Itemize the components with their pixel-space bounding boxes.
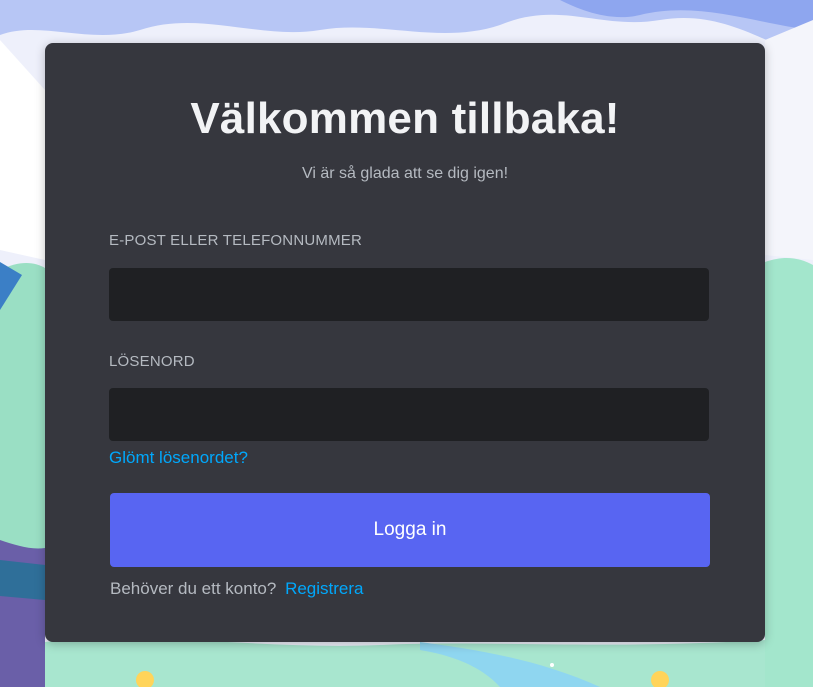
password-field[interactable] — [109, 388, 709, 441]
register-prompt: Behöver du ett konto? — [110, 579, 277, 598]
page-subtitle: Vi är så glada att se dig igen! — [301, 165, 509, 182]
forgot-password-link[interactable]: Glömt lösenordet? — [109, 447, 248, 469]
email-field[interactable] — [109, 268, 709, 321]
email-label: E-POST ELLER TELEFONNUMMER — [109, 232, 363, 249]
page-title: Välkommen tillbaka! — [190, 94, 620, 143]
register-row: Behöver du ett konto? Registrera — [110, 578, 364, 600]
password-label: LÖSENORD — [109, 353, 195, 370]
register-link[interactable]: Registrera — [285, 579, 363, 598]
login-button[interactable]: Logga in — [110, 493, 710, 567]
login-card: Välkommen tillbaka! Vi är så glada att s… — [45, 43, 765, 642]
